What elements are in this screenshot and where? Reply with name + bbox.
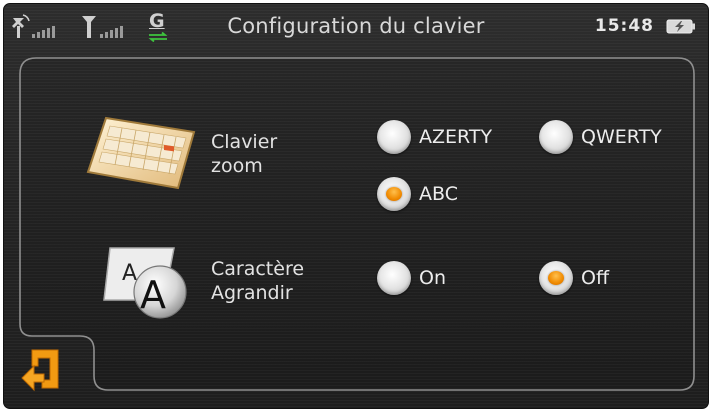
radio-off-label: Off: [581, 267, 610, 289]
svg-text:A: A: [140, 273, 166, 317]
char-enlarge-label: Caractère Agrandir: [211, 257, 304, 305]
settings-panel-frame: [19, 57, 695, 391]
text-magnify-icon: A A: [103, 247, 187, 319]
radio-off-indicator[interactable]: [539, 261, 573, 295]
battery-charging-icon: [666, 19, 695, 34]
radio-abc-label: ABC: [419, 183, 458, 205]
radio-abc-indicator[interactable]: [377, 177, 411, 211]
keyboard-label-line1: Clavier: [211, 131, 278, 153]
radio-azerty-indicator[interactable]: [377, 120, 411, 154]
radio-on-label: On: [419, 267, 446, 289]
radio-on[interactable]: On: [377, 261, 446, 295]
back-button[interactable]: [18, 344, 64, 394]
device-screen: G Configuration du clavier 15:48 Clavier…: [3, 3, 709, 409]
keyboard-label-line2: zoom: [211, 155, 263, 177]
radio-azerty[interactable]: AZERTY: [377, 120, 492, 154]
radio-azerty-label: AZERTY: [419, 126, 493, 148]
status-bar: G Configuration du clavier 15:48: [4, 4, 708, 52]
char-enlarge-label-line2: Agrandir: [211, 282, 293, 304]
keyboard-icon: [86, 116, 196, 190]
char-enlarge-label-line1: Caractère: [211, 258, 305, 280]
radio-off[interactable]: Off: [539, 261, 609, 295]
keyboard-zoom-label: Clavier zoom: [211, 130, 277, 178]
clock: 15:48: [594, 16, 654, 36]
radio-qwerty-indicator[interactable]: [539, 120, 573, 154]
radio-qwerty[interactable]: QWERTY: [539, 120, 662, 154]
radio-abc[interactable]: ABC: [377, 177, 458, 211]
radio-qwerty-label: QWERTY: [581, 126, 662, 148]
svg-text:A: A: [122, 261, 137, 286]
back-arrow-icon: [21, 349, 59, 392]
radio-on-indicator[interactable]: [377, 261, 411, 295]
